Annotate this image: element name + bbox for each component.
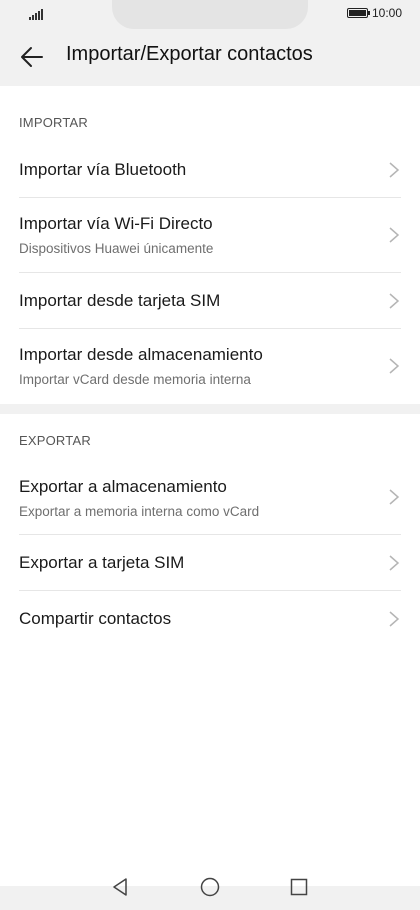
arrow-left-icon[interactable] [18, 43, 46, 71]
page-title: Importar/Exportar contactos [66, 43, 313, 65]
item-title: Compartir contactos [19, 609, 172, 628]
import-wifi-direct-item[interactable]: Importar vía Wi-Fi Directo Dispositivos … [0, 198, 420, 272]
item-subtitle: Dispositivos Huawei únicamente [19, 241, 214, 256]
status-time: 10:00 [371, 6, 402, 20]
export-section-label: EXPORTAR [19, 433, 91, 448]
import-section-label: IMPORTAR [19, 115, 89, 130]
chevron-right-icon [389, 162, 400, 178]
import-storage-item[interactable]: Importar desde almacenamiento Importar v… [0, 329, 420, 404]
import-section: IMPORTAR Importar vía Bluetooth Importar… [0, 86, 420, 404]
export-storage-item[interactable]: Exportar a almacenamiento Exportar a mem… [0, 460, 420, 534]
import-bluetooth-item[interactable]: Importar vía Bluetooth [0, 142, 420, 197]
signal-icon [29, 9, 45, 20]
item-subtitle: Exportar a memoria interna como vCard [19, 504, 260, 519]
item-subtitle: Importar vCard desde memoria interna [19, 372, 251, 387]
system-nav-bar [0, 860, 420, 910]
chevron-right-icon [389, 489, 400, 505]
triangle-back-icon[interactable] [110, 876, 132, 898]
chevron-right-icon [389, 293, 400, 309]
item-title: Importar desde almacenamiento [19, 345, 263, 364]
status-bar: 10:00 [0, 0, 420, 30]
status-right: 10:00 [346, 6, 402, 20]
item-title: Importar vía Wi-Fi Directo [19, 214, 213, 233]
import-sim-item[interactable]: Importar desde tarjeta SIM [0, 273, 420, 328]
chevron-right-icon [389, 611, 400, 627]
export-sim-item[interactable]: Exportar a tarjeta SIM [0, 535, 420, 590]
chevron-right-icon [389, 358, 400, 374]
circle-home-icon[interactable] [199, 876, 221, 898]
battery-icon [346, 8, 370, 18]
square-recents-icon[interactable] [288, 876, 310, 898]
item-title: Exportar a tarjeta SIM [19, 553, 185, 572]
app-bar: Importar/Exportar contactos [0, 30, 420, 84]
share-contacts-item[interactable]: Compartir contactos [0, 591, 420, 646]
item-title: Exportar a almacenamiento [19, 477, 227, 496]
chevron-right-icon [389, 555, 400, 571]
chevron-right-icon [389, 227, 400, 243]
export-section: EXPORTAR Exportar a almacenamiento Expor… [0, 414, 420, 886]
item-title: Importar desde tarjeta SIM [19, 291, 221, 310]
display-notch [112, 0, 308, 29]
item-title: Importar vía Bluetooth [19, 160, 187, 179]
